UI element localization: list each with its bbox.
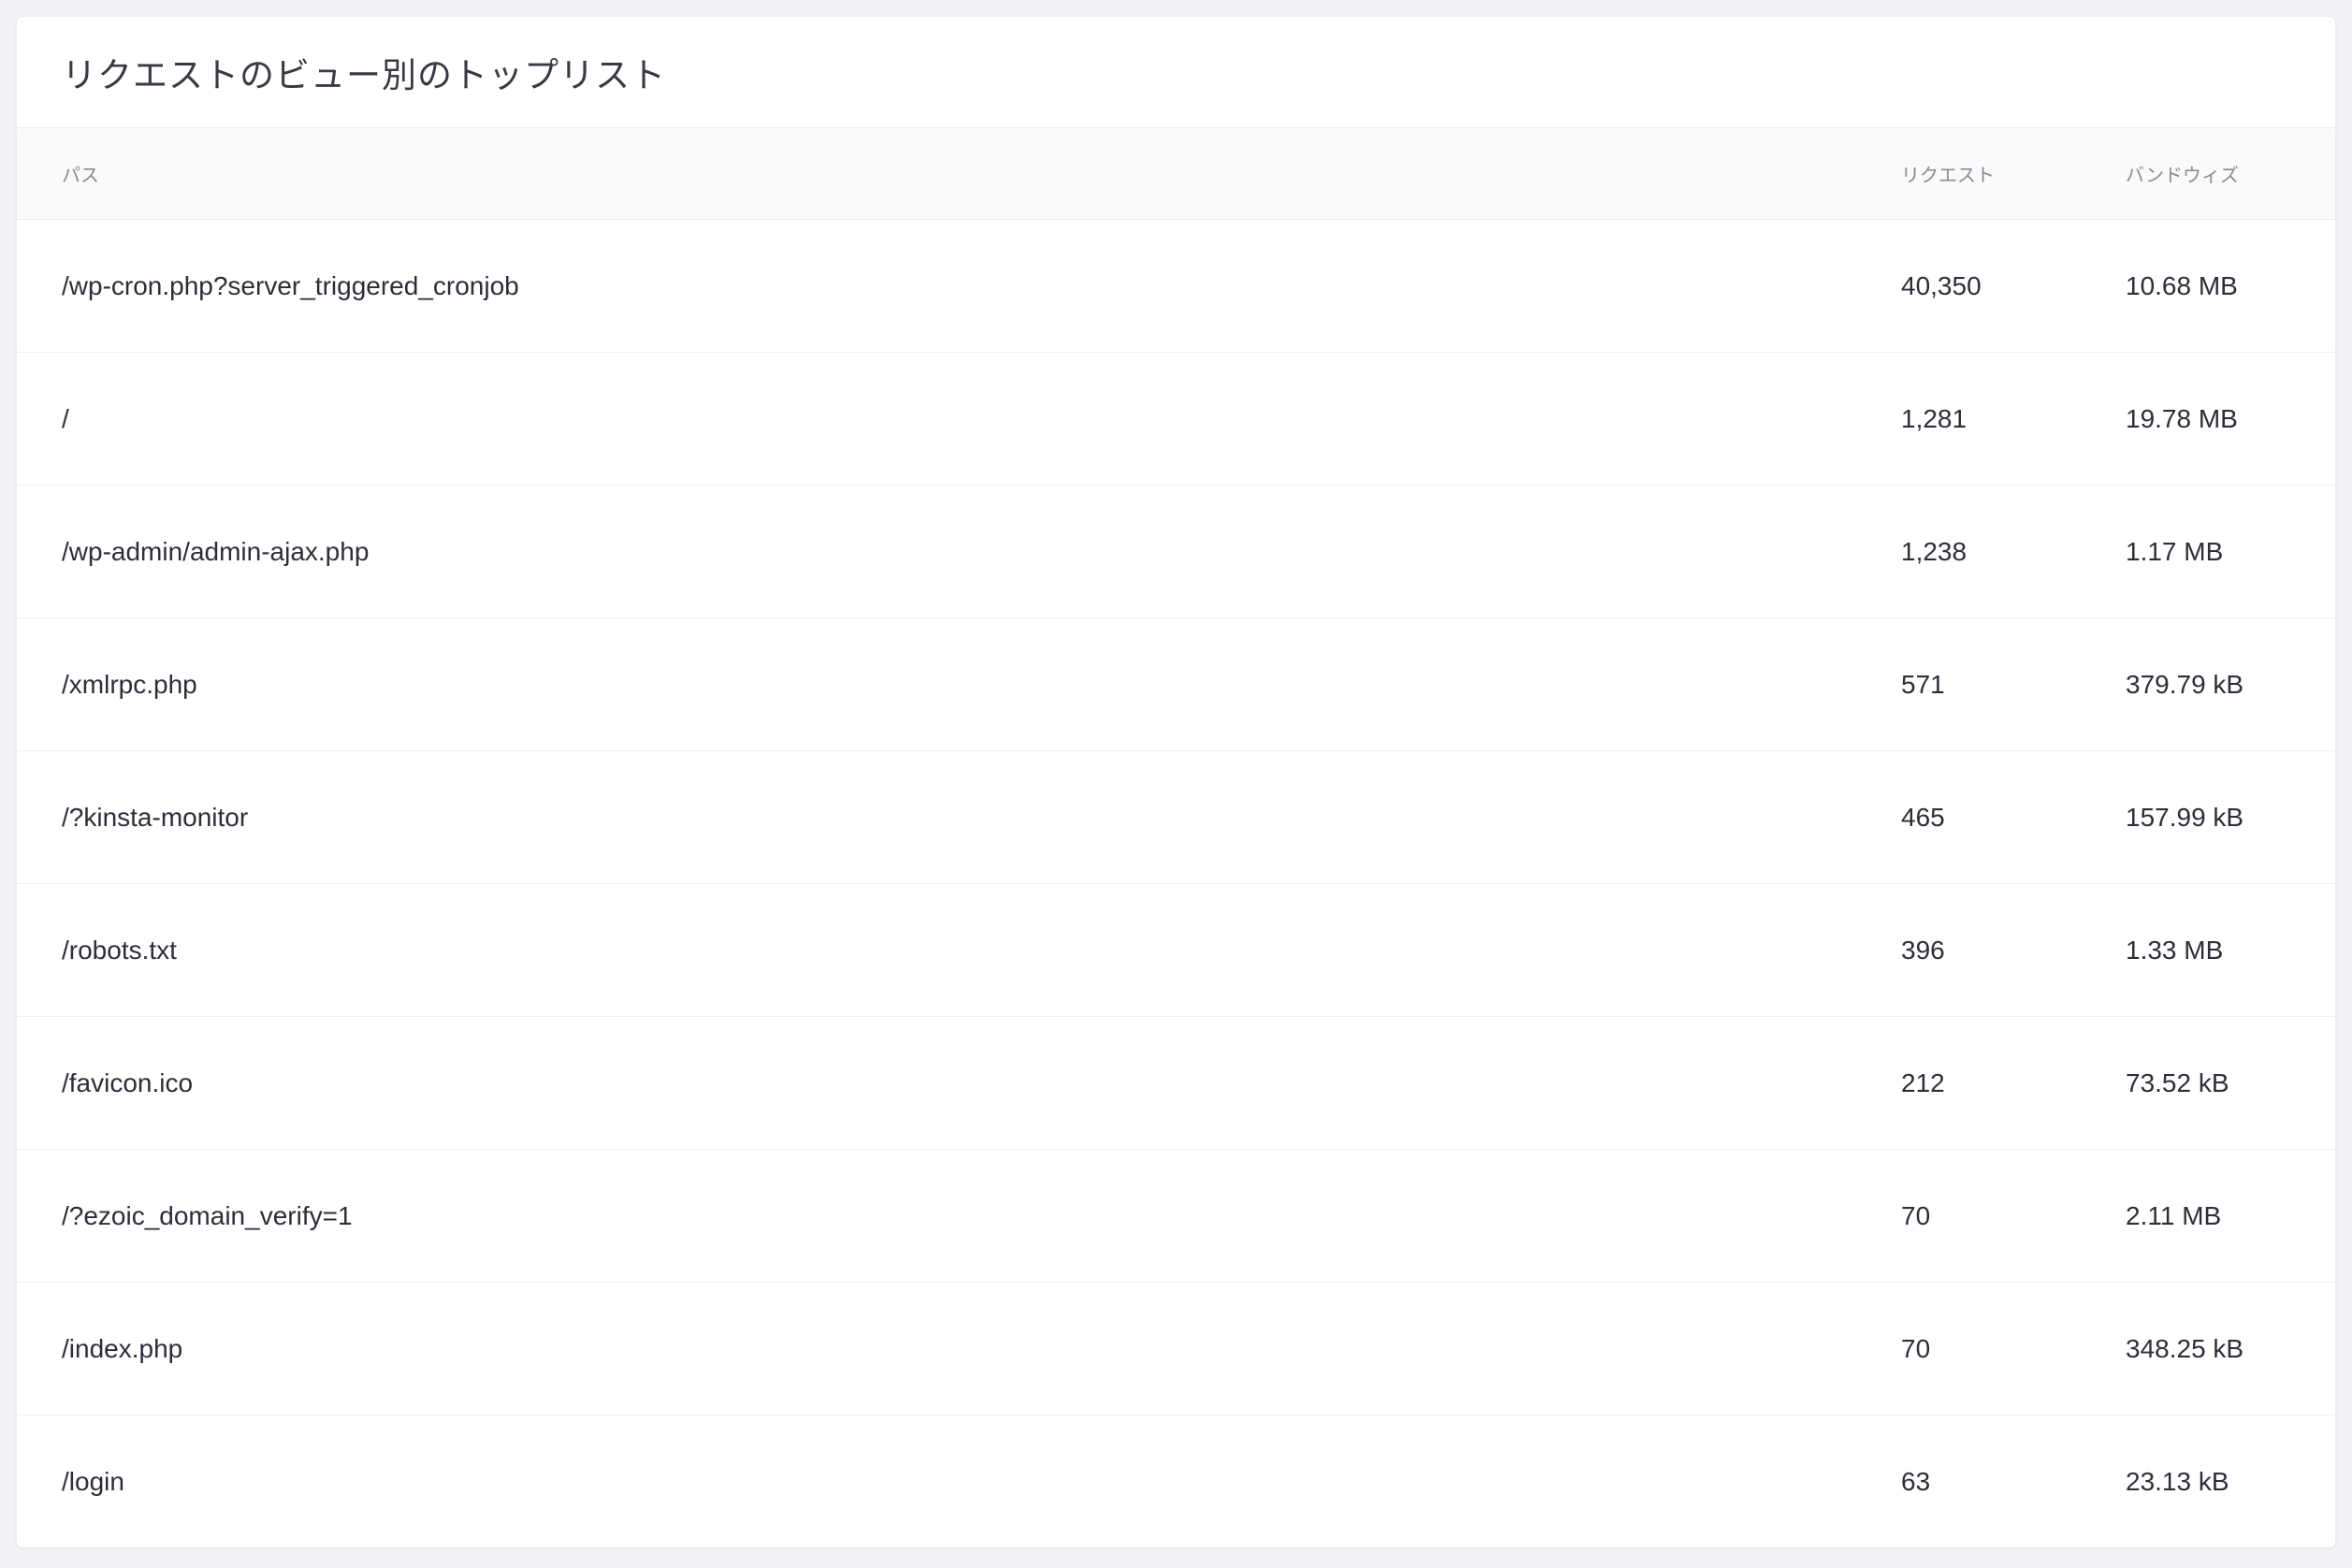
requests-cell: 1,238 [1901, 536, 1967, 566]
bandwidth-cell: 2.11 MB [2126, 1200, 2222, 1230]
bandwidth-cell: 379.79 kB [2126, 669, 2244, 699]
column-header-path[interactable]: パス [17, 160, 1901, 187]
table-row: /xmlrpc.php 571 379.79 kB [17, 618, 2335, 751]
requests-cell: 465 [1901, 802, 1945, 832]
column-header-requests[interactable]: リクエスト [1901, 160, 2126, 187]
requests-cell: 70 [1901, 1200, 1931, 1230]
path-cell: /favicon.ico [62, 1067, 194, 1097]
requests-cell: 571 [1901, 669, 1945, 699]
path-cell: /index.php [62, 1333, 183, 1363]
bandwidth-cell: 73.52 kB [2126, 1067, 2229, 1097]
requests-cell: 396 [1901, 935, 1945, 965]
requests-cell: 70 [1901, 1333, 1931, 1363]
requests-cell: 40,350 [1901, 270, 1982, 300]
path-cell: /robots.txt [62, 935, 177, 965]
table-row: /index.php 70 348.25 kB [17, 1283, 2335, 1416]
table-header-row: パス リクエスト バンドウィズ [17, 128, 2335, 220]
path-cell: /login [62, 1467, 124, 1496]
table-row: /?ezoic_domain_verify=1 70 2.11 MB [17, 1150, 2335, 1283]
top-requests-table: パス リクエスト バンドウィズ /wp-cron.php?server_trig… [17, 128, 2335, 1547]
table-row: /favicon.ico 212 73.52 kB [17, 1017, 2335, 1150]
path-cell: /?ezoic_domain_verify=1 [62, 1200, 353, 1230]
card-title: リクエストのビュー別のトップリスト [62, 56, 666, 94]
bandwidth-cell: 1.17 MB [2126, 536, 2224, 566]
top-requests-card: リクエストのビュー別のトップリスト パス リクエスト バンドウィズ /wp-cr… [17, 17, 2335, 1547]
path-cell: /?kinsta-monitor [62, 802, 249, 832]
bandwidth-cell: 1.33 MB [2126, 935, 2224, 965]
table-row: /robots.txt 396 1.33 MB [17, 884, 2335, 1017]
card-header: リクエストのビュー別のトップリスト [17, 17, 2335, 128]
path-cell: /wp-cron.php?server_triggered_cronjob [62, 270, 519, 300]
table-row: / 1,281 19.78 MB [17, 353, 2335, 486]
table-row: /wp-cron.php?server_triggered_cronjob 40… [17, 220, 2335, 353]
bandwidth-cell: 23.13 kB [2126, 1467, 2229, 1496]
table-row: /?kinsta-monitor 465 157.99 kB [17, 751, 2335, 884]
table-row: /login 63 23.13 kB [17, 1416, 2335, 1547]
bandwidth-cell: 19.78 MB [2126, 403, 2238, 433]
column-header-bandwidth[interactable]: バンドウィズ [2126, 160, 2335, 187]
requests-cell: 212 [1901, 1067, 1945, 1097]
bandwidth-cell: 157.99 kB [2126, 802, 2244, 832]
bandwidth-cell: 348.25 kB [2126, 1333, 2244, 1363]
path-cell: / [62, 403, 69, 433]
path-cell: /xmlrpc.php [62, 669, 197, 699]
path-cell: /wp-admin/admin-ajax.php [62, 536, 370, 566]
bandwidth-cell: 10.68 MB [2126, 270, 2238, 300]
requests-cell: 63 [1901, 1467, 1931, 1496]
table-row: /wp-admin/admin-ajax.php 1,238 1.17 MB [17, 486, 2335, 618]
requests-cell: 1,281 [1901, 403, 1967, 433]
